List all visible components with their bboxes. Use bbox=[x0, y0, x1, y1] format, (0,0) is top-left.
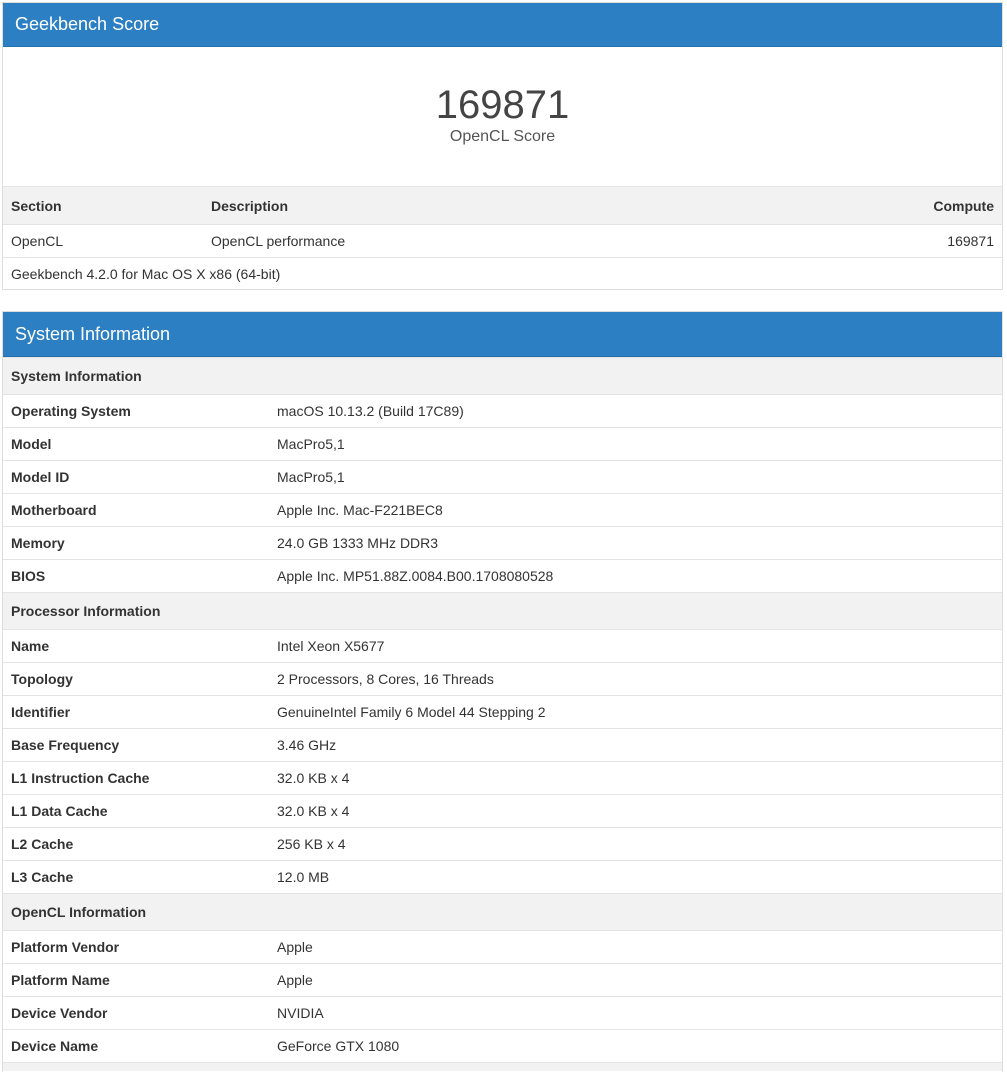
info-value: Apple bbox=[269, 963, 1002, 997]
info-value: 2 Processors, 8 Cores, 16 Threads bbox=[269, 662, 1002, 696]
info-key: Memory bbox=[3, 526, 269, 560]
table-row: OpenCL OpenCL performance 169871 bbox=[3, 224, 1002, 258]
info-value: 12.0 MB bbox=[269, 860, 1002, 894]
info-value: GeForce GTX 1080 bbox=[269, 1029, 1002, 1063]
info-row-l2-cache: L2 Cache 256 KB x 4 bbox=[3, 827, 1002, 861]
info-key: Platform Name bbox=[3, 963, 269, 997]
table-tail-cell bbox=[3, 1062, 1002, 1071]
info-key: Name bbox=[3, 629, 269, 663]
info-row-device-vendor: Device Vendor NVIDIA bbox=[3, 996, 1002, 1030]
info-row-topology: Topology 2 Processors, 8 Cores, 16 Thread… bbox=[3, 662, 1002, 696]
version-footer: Geekbench 4.2.0 for Mac OS X x86 (64-bit… bbox=[3, 257, 1002, 290]
info-key: Identifier bbox=[3, 695, 269, 729]
system-panel-title: System Information bbox=[3, 312, 1002, 357]
info-row-device-name: Device Name GeForce GTX 1080 bbox=[3, 1029, 1002, 1063]
system-info-table: System Information Operating System macOS … bbox=[3, 357, 1002, 1071]
column-header-description: Description bbox=[203, 186, 802, 225]
info-key: Motherboard bbox=[3, 493, 269, 527]
group-header-label: Processor Information bbox=[3, 592, 1002, 630]
info-key: Base Frequency bbox=[3, 728, 269, 762]
info-value: macOS 10.13.2 (Build 17C89) bbox=[269, 394, 1002, 428]
info-value: 256 KB x 4 bbox=[269, 827, 1002, 861]
info-value: 32.0 KB x 4 bbox=[269, 794, 1002, 828]
group-header-label: System Information bbox=[3, 357, 1002, 395]
info-key: Device Vendor bbox=[3, 996, 269, 1030]
column-header-compute: Compute bbox=[802, 186, 1002, 225]
info-key: BIOS bbox=[3, 559, 269, 593]
info-row-model: Model MacPro5,1 bbox=[3, 427, 1002, 461]
info-row-identifier: Identifier GenuineIntel Family 6 Model 44… bbox=[3, 695, 1002, 729]
info-row-l1-instruction-cache: L1 Instruction Cache 32.0 KB x 4 bbox=[3, 761, 1002, 795]
info-key: Operating System bbox=[3, 394, 269, 428]
score-table: Section Description Compute OpenCL OpenC… bbox=[3, 186, 1002, 290]
info-key: L1 Instruction Cache bbox=[3, 761, 269, 795]
opencl-score-value: 169871 bbox=[435, 83, 570, 127]
info-value: MacPro5,1 bbox=[269, 460, 1002, 494]
info-value: Apple bbox=[269, 930, 1002, 964]
info-row-platform-vendor: Platform Vendor Apple bbox=[3, 930, 1002, 964]
info-key: L2 Cache bbox=[3, 827, 269, 861]
info-row-base-frequency: Base Frequency 3.46 GHz bbox=[3, 728, 1002, 762]
info-row-l1-data-cache: L1 Data Cache 32.0 KB x 4 bbox=[3, 794, 1002, 828]
description-cell: OpenCL performance bbox=[203, 224, 802, 258]
group-header-label: OpenCL Information bbox=[3, 893, 1002, 931]
info-key: L3 Cache bbox=[3, 860, 269, 894]
column-header-section: Section bbox=[3, 186, 203, 225]
system-information-panel: System Information System Information Ope… bbox=[2, 311, 1003, 1072]
info-value: NVIDIA bbox=[269, 996, 1002, 1030]
info-value: 24.0 GB 1333 MHz DDR3 bbox=[269, 526, 1002, 560]
info-row-l3-cache: L3 Cache 12.0 MB bbox=[3, 860, 1002, 894]
info-row-name: Name Intel Xeon X5677 bbox=[3, 629, 1002, 663]
info-row-bios: BIOS Apple Inc. MP51.88Z.0084.B00.1708080… bbox=[3, 559, 1002, 593]
info-key: Model bbox=[3, 427, 269, 461]
info-key: L1 Data Cache bbox=[3, 794, 269, 828]
info-value: MacPro5,1 bbox=[269, 427, 1002, 461]
info-value: 32.0 KB x 4 bbox=[269, 761, 1002, 795]
info-value: Apple Inc. MP51.88Z.0084.B00.1708080528 bbox=[269, 559, 1002, 593]
group-header-system-information: System Information bbox=[3, 357, 1002, 395]
info-row-memory: Memory 24.0 GB 1333 MHz DDR3 bbox=[3, 526, 1002, 560]
info-key: Topology bbox=[3, 662, 269, 696]
table-tail bbox=[3, 1062, 1002, 1071]
group-header-opencl-information: OpenCL Information bbox=[3, 893, 1002, 931]
info-row-motherboard: Motherboard Apple Inc. Mac-F221BEC8 bbox=[3, 493, 1002, 527]
score-panel-title: Geekbench Score bbox=[3, 3, 1002, 47]
info-key: Platform Vendor bbox=[3, 930, 269, 964]
compute-cell: 169871 bbox=[802, 224, 1002, 258]
info-row-model-id: Model ID MacPro5,1 bbox=[3, 460, 1002, 494]
info-value: 3.46 GHz bbox=[269, 728, 1002, 762]
opencl-score-label: OpenCL Score bbox=[449, 128, 556, 145]
geekbench-score-panel: Geekbench Score 169871 OpenCL Score Sect… bbox=[2, 2, 1003, 290]
info-key: Model ID bbox=[3, 460, 269, 494]
info-row-platform-name: Platform Name Apple bbox=[3, 963, 1002, 997]
info-row-operating-system: Operating System macOS 10.13.2 (Build 17C… bbox=[3, 394, 1002, 428]
info-value: Apple Inc. Mac-F221BEC8 bbox=[269, 493, 1002, 527]
group-header-processor-information: Processor Information bbox=[3, 592, 1002, 630]
info-value: GenuineIntel Family 6 Model 44 Stepping … bbox=[269, 695, 1002, 729]
section-cell: OpenCL bbox=[3, 224, 203, 258]
info-value: Intel Xeon X5677 bbox=[269, 629, 1002, 663]
info-key: Device Name bbox=[3, 1029, 269, 1063]
score-box: 169871 OpenCL Score bbox=[3, 47, 1002, 186]
score-table-header: Section Description Compute bbox=[3, 186, 1002, 225]
version-footer-row: Geekbench 4.2.0 for Mac OS X x86 (64-bit… bbox=[3, 257, 1002, 290]
